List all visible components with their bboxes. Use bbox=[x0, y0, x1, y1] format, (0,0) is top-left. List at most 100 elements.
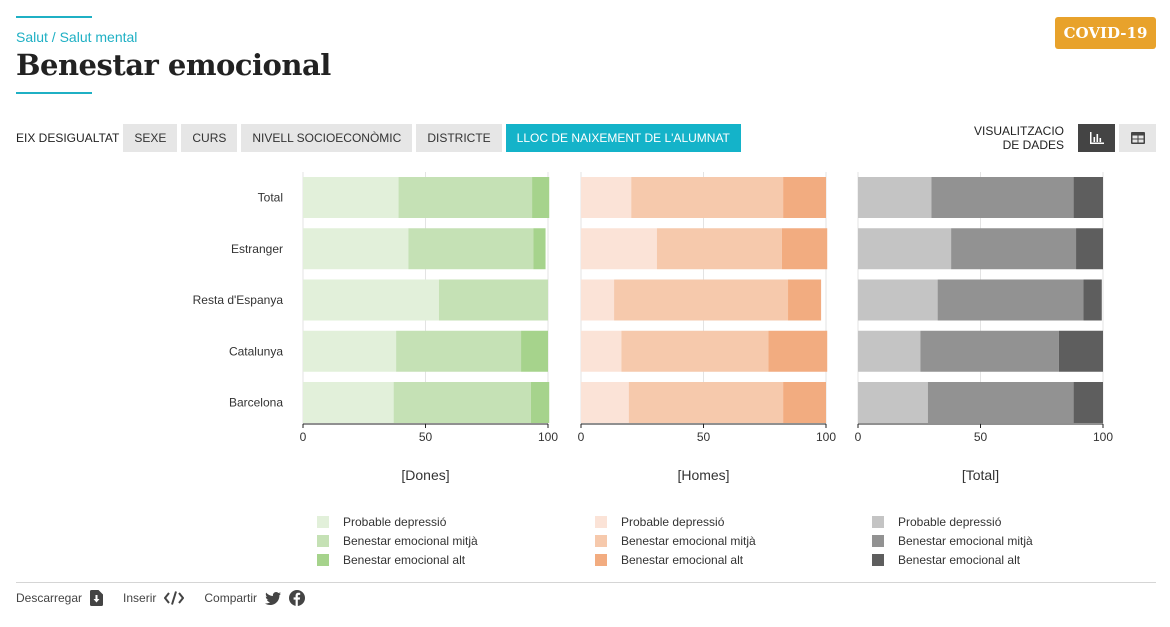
share-button[interactable]: Compartir bbox=[204, 590, 306, 606]
category-label: Catalunya bbox=[229, 344, 283, 358]
bar-segment bbox=[783, 177, 826, 218]
bar-segment bbox=[533, 228, 546, 270]
x-tick-label: 50 bbox=[419, 430, 433, 444]
legend-swatch bbox=[595, 553, 607, 566]
legend-label: Benestar emocional alt bbox=[343, 552, 466, 567]
bar-segment bbox=[398, 177, 533, 218]
legend-item: Benestar emocional mitjà bbox=[317, 531, 478, 550]
category-label: Total bbox=[258, 191, 283, 205]
legend-label: Benestar emocional alt bbox=[621, 552, 744, 567]
x-tick-label: 100 bbox=[816, 430, 836, 444]
embed-button[interactable]: Inserir bbox=[123, 591, 185, 605]
legend-label: Benestar emocional alt bbox=[898, 552, 1021, 567]
download-button[interactable]: Descarregar bbox=[16, 590, 104, 606]
code-icon bbox=[164, 591, 185, 605]
category-label: Resta d'Espanya bbox=[193, 293, 284, 307]
legend-label: Benestar emocional mitjà bbox=[343, 533, 478, 548]
legend-swatch bbox=[872, 515, 884, 528]
bar-segment bbox=[530, 382, 550, 423]
bar-segment bbox=[581, 330, 622, 372]
legend-dones: Probable depressió Benestar emocional mi… bbox=[317, 512, 478, 569]
bar-segment bbox=[631, 177, 784, 218]
legend-homes: Probable depressió Benestar emocional mi… bbox=[595, 512, 756, 569]
panel-title: [Dones] bbox=[401, 467, 449, 483]
legend-item: Benestar emocional mitjà bbox=[872, 531, 1033, 550]
bar-segment bbox=[858, 177, 932, 218]
x-tick-label: 100 bbox=[1093, 430, 1113, 444]
panel-title: [Homes] bbox=[677, 467, 729, 483]
bar-segment bbox=[393, 382, 531, 423]
stacked-bar-chart: Total Estranger Resta d'Espanya Catalunya Ba… bbox=[193, 172, 1113, 483]
bar-segment bbox=[858, 330, 921, 372]
bar-segment bbox=[858, 279, 938, 321]
legend-item: Benestar emocional alt bbox=[317, 550, 478, 569]
x-tick-label: 0 bbox=[855, 430, 862, 444]
bar-segment bbox=[781, 228, 828, 270]
x-tick-label: 0 bbox=[300, 430, 307, 444]
bar-segment bbox=[581, 177, 632, 218]
share-label: Compartir bbox=[204, 591, 258, 605]
x-tick-label: 100 bbox=[538, 430, 558, 444]
panel-title: [Total] bbox=[962, 467, 999, 483]
bar-segment bbox=[858, 228, 952, 270]
bar-segment bbox=[303, 177, 399, 218]
bar-segment bbox=[532, 177, 550, 218]
legend-total: Probable depressió Benestar emocional mi… bbox=[872, 512, 1033, 569]
x-tick-label: 0 bbox=[578, 430, 585, 444]
bar-segment bbox=[931, 177, 1074, 218]
bar-segment bbox=[768, 330, 828, 372]
legend-label: Probable depressió bbox=[621, 514, 725, 529]
x-tick-label: 50 bbox=[697, 430, 711, 444]
category-label: Estranger bbox=[231, 242, 283, 256]
legend-item: Probable depressió bbox=[317, 512, 478, 531]
bar-segment bbox=[951, 228, 1077, 270]
legend-label: Probable depressió bbox=[343, 514, 447, 529]
bar-segment bbox=[858, 382, 928, 423]
legend-swatch bbox=[595, 534, 607, 547]
bar-segment bbox=[303, 330, 397, 372]
footer-actions: Descarregar Inserir Compartir bbox=[16, 590, 325, 606]
bar-segment bbox=[396, 330, 522, 372]
download-label: Descarregar bbox=[16, 591, 83, 605]
footer-divider bbox=[16, 582, 1156, 583]
legend-label: Benestar emocional mitjà bbox=[898, 533, 1033, 548]
bar-segment bbox=[303, 279, 439, 321]
bar-segment bbox=[656, 228, 782, 270]
bar-segment bbox=[1058, 330, 1103, 372]
bar-segment bbox=[408, 228, 534, 270]
bar-segment bbox=[783, 382, 826, 423]
legend-item: Probable depressió bbox=[872, 512, 1033, 531]
legend-item: Benestar emocional mitjà bbox=[595, 531, 756, 550]
legend-item: Benestar emocional alt bbox=[595, 550, 756, 569]
bar-segment bbox=[581, 279, 615, 321]
bar-segment bbox=[937, 279, 1084, 321]
legend-label: Benestar emocional mitjà bbox=[621, 533, 756, 548]
bar-segment bbox=[438, 279, 548, 321]
legend-swatch bbox=[872, 534, 884, 547]
legend-swatch bbox=[317, 553, 329, 566]
category-label: Barcelona bbox=[229, 396, 283, 410]
bar-segment bbox=[920, 330, 1059, 372]
bar-segment bbox=[1073, 382, 1103, 423]
legend-swatch bbox=[317, 515, 329, 528]
bar-segment bbox=[788, 279, 822, 321]
bar-segment bbox=[1083, 279, 1102, 321]
facebook-icon[interactable] bbox=[289, 590, 306, 606]
bar-segment bbox=[1076, 228, 1103, 270]
bar-segment bbox=[621, 330, 769, 372]
embed-label: Inserir bbox=[123, 591, 157, 605]
legend-swatch bbox=[317, 534, 329, 547]
bar-segment bbox=[628, 382, 784, 423]
bar-segment bbox=[581, 228, 657, 270]
twitter-icon[interactable] bbox=[265, 591, 282, 605]
legend-swatch bbox=[872, 553, 884, 566]
legend-label: Probable depressió bbox=[898, 514, 1002, 529]
bar-segment bbox=[303, 228, 409, 270]
bar-segment bbox=[303, 382, 394, 423]
bar-segment bbox=[1073, 177, 1103, 218]
bar-segment bbox=[581, 382, 629, 423]
bar-segment bbox=[927, 382, 1074, 423]
download-icon bbox=[90, 590, 104, 606]
legend-item: Probable depressió bbox=[595, 512, 756, 531]
bar-segment bbox=[614, 279, 789, 321]
